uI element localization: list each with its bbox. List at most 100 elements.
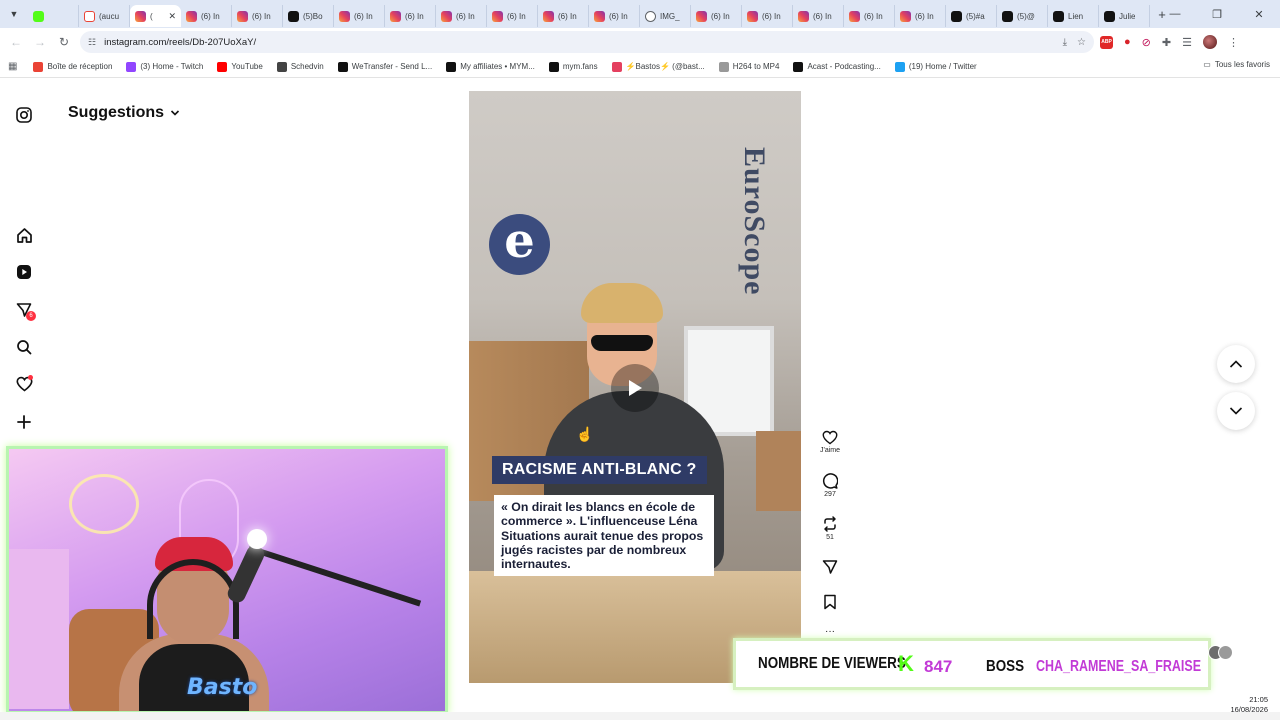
clock-time: 21:05 (1249, 695, 1268, 704)
kick-favicon-icon (33, 10, 44, 22)
reload-icon[interactable]: ↻ (52, 35, 76, 49)
browser-tab[interactable]: (6) In (538, 5, 589, 27)
block-extension-icon[interactable]: ⊘ (1142, 36, 1151, 49)
bookmark-label: Schedvin (290, 62, 324, 71)
browser-tab[interactable]: (6) In (589, 5, 640, 27)
create-plus-icon[interactable] (14, 412, 34, 432)
suggestions-dropdown[interactable]: Suggestions (68, 104, 180, 122)
bookmark-item[interactable]: (19) Home / Twitter (894, 61, 977, 72)
restore-icon[interactable]: ❐ (1196, 8, 1238, 21)
bookmark-item[interactable]: Schedvin (276, 61, 324, 72)
tiktok-favicon-icon (288, 10, 299, 22)
share-button[interactable] (814, 559, 846, 575)
video-person-sunglasses (591, 335, 653, 351)
webcam-neon-sign (69, 474, 139, 534)
like-button[interactable]: J'aime (814, 430, 846, 454)
save-button[interactable] (814, 594, 846, 610)
browser-tab[interactable]: (6) In (844, 5, 895, 27)
browser-tab[interactable] (28, 5, 79, 27)
all-bookmarks-button[interactable]: ▭ Tous les favoris (1203, 60, 1270, 69)
mini-avatars[interactable] (1208, 645, 1238, 663)
comments-count: 297 (824, 491, 836, 498)
webcam-mic-arm (248, 545, 422, 607)
close-window-icon[interactable]: ✕ (1238, 8, 1280, 21)
minimize-icon[interactable]: — (1154, 8, 1196, 20)
browser-tab[interactable]: (6) In (385, 5, 436, 27)
messages-icon[interactable]: 6 (14, 300, 36, 321)
browser-tab[interactable]: (6) In (436, 5, 487, 27)
reel-video[interactable]: e EuroScope RACISME ANTI-BLANC ? « On di… (469, 91, 801, 683)
heart-icon (822, 430, 838, 445)
install-app-icon[interactable]: ⤓ (1063, 37, 1067, 48)
url-text: instagram.com/reels/Db-207UoXaY/ (104, 36, 257, 48)
browser-tab[interactable]: (5)@ (997, 5, 1048, 27)
opera-extension-icon[interactable]: ● (1124, 36, 1131, 48)
tab-label: (6) In (813, 11, 832, 21)
tab-search-chevron-icon[interactable]: ▼ (0, 0, 28, 28)
tab-label: (6) In (456, 11, 475, 21)
forward-icon[interactable]: → (28, 35, 52, 49)
webcam-lamp (247, 529, 267, 549)
tabs-list: (aucu(✕ (6) In (6) In (5)Bo (6) In (6) In (6) … (28, 0, 1150, 28)
tab-label: (6) In (711, 11, 730, 21)
ig-favicon-icon (798, 10, 809, 22)
browser-tab[interactable]: (5)#a (946, 5, 997, 27)
gmail-favicon-icon (84, 10, 95, 22)
apps-grid-icon[interactable]: ▦ (8, 61, 17, 72)
bookmark-item[interactable]: YouTube (217, 61, 263, 72)
ig-favicon-icon (339, 10, 350, 22)
site-info-icon[interactable]: ☷ (88, 37, 96, 48)
browser-tab[interactable]: Lien (1048, 5, 1099, 27)
browser-tab[interactable]: (6) In (232, 5, 283, 27)
play-icon[interactable] (611, 364, 659, 412)
browser-tab[interactable]: (aucu (79, 5, 130, 27)
profile-avatar[interactable] (1202, 35, 1217, 49)
bookmark-item[interactable]: mym.fans (548, 61, 598, 72)
browser-tab[interactable]: (6) In (691, 5, 742, 27)
bookmark-item[interactable]: ⚡Bastos⚡ (@bast... (611, 61, 705, 72)
tab-strip: ▼ (aucu(✕ (6) In (6) In (5)Bo (6) In (6) In (6… (0, 0, 1280, 28)
previous-reel-button[interactable] (1217, 345, 1255, 383)
browser-tab[interactable]: IMG_ (640, 5, 691, 27)
close-tab-icon[interactable]: ✕ (168, 11, 176, 22)
extensions-puzzle-icon[interactable]: ✚ (1162, 36, 1171, 49)
reels-icon[interactable] (14, 262, 34, 282)
bookmark-item[interactable]: (3) Home - Twitch (126, 61, 203, 72)
bookmark-label: (19) Home / Twitter (908, 62, 977, 71)
address-bar[interactable]: ☷ instagram.com/reels/Db-207UoXaY/ ⤓ ☆ (80, 31, 1094, 53)
browser-tab[interactable]: (6) In (334, 5, 385, 27)
repost-button[interactable]: 51 (814, 516, 846, 541)
browser-tab[interactable]: (6) In (895, 5, 946, 27)
back-icon[interactable]: ← (4, 35, 28, 49)
comment-button[interactable]: 297 (814, 473, 846, 498)
bookmark-item[interactable]: WeTransfer - Send L... (337, 61, 432, 72)
tab-label: (5)Bo (303, 11, 323, 21)
browser-tab[interactable]: (6) In (793, 5, 844, 27)
mini-avatar (1218, 645, 1233, 660)
browser-tab[interactable]: (5)Bo (283, 5, 334, 27)
bookmark-star-icon[interactable]: ☆ (1077, 37, 1086, 48)
bookmark-item[interactable]: H264 to MP4 (718, 61, 779, 72)
browser-tab[interactable]: (6) In (742, 5, 793, 27)
browser-tab[interactable]: (6) In (487, 5, 538, 27)
ig-favicon-icon (441, 10, 452, 22)
instagram-logo-icon[interactable] (14, 105, 34, 125)
more-options-icon[interactable]: ··· (814, 627, 846, 637)
bookmark-item[interactable]: Acast - Podcasting... (793, 61, 881, 72)
reading-list-icon[interactable]: ☰ (1182, 36, 1192, 49)
browser-menu-icon[interactable]: ⋮ (1228, 36, 1239, 49)
notifications-heart-icon[interactable] (14, 374, 34, 394)
next-reel-button[interactable] (1217, 392, 1255, 430)
bookmark-item[interactable]: My affiliates • MYM... (446, 61, 535, 72)
chevron-down-icon (1229, 407, 1243, 415)
tab-label: (aucu (99, 11, 120, 21)
search-icon[interactable] (14, 337, 34, 357)
adblock-icon[interactable]: ABP (1100, 35, 1113, 49)
home-icon[interactable] (14, 225, 34, 245)
tab-label: (6) In (915, 11, 934, 21)
bookmark-item[interactable]: Boîte de réception (33, 61, 112, 72)
ig-favicon-icon (135, 10, 146, 22)
browser-tab[interactable]: Julie (1099, 5, 1150, 27)
browser-tab[interactable]: (✕ (130, 5, 181, 27)
browser-tab[interactable]: (6) In (181, 5, 232, 27)
